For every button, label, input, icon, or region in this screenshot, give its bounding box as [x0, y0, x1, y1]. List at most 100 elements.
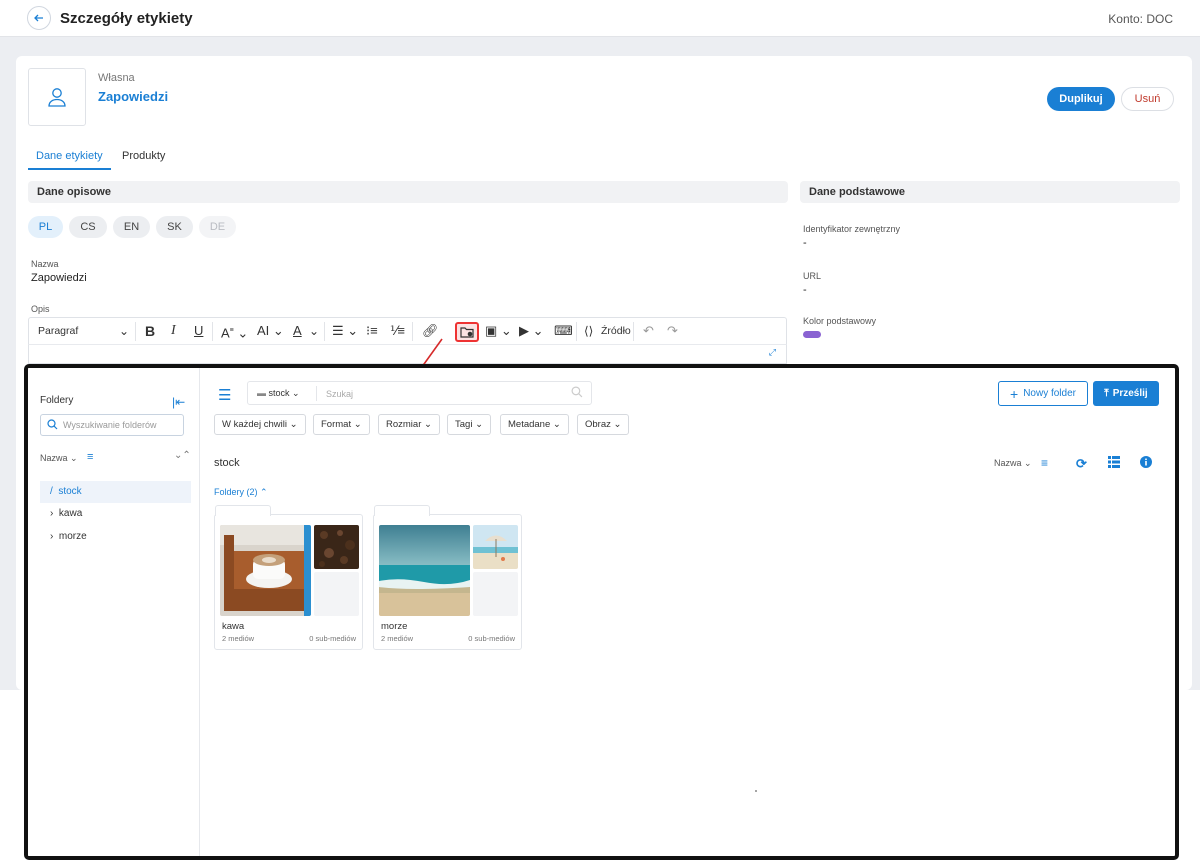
toolbar-divider [412, 322, 413, 341]
name-value: Zapowiedzi [31, 272, 87, 284]
expand-icon[interactable]: ⤢ [769, 347, 776, 358]
align-icon[interactable]: ☰ ⌄ [332, 322, 358, 340]
underline-icon[interactable]: U [194, 322, 203, 340]
breadcrumb: stock [214, 457, 240, 469]
folder-scope-select[interactable]: ▬ stock ⌄ [257, 388, 300, 399]
sort-select[interactable]: Nazwa ⌄ [994, 458, 1032, 469]
upload-button[interactable]: ⤒ Prześlij [1093, 381, 1159, 406]
folder-sub-count: 0 sub-mediów [468, 634, 515, 643]
folder-media-count: 2 mediów [222, 634, 255, 643]
source-code-icon[interactable]: ⟨⟩ [584, 322, 593, 340]
bold-icon[interactable]: B [145, 322, 155, 340]
folder-card-morze[interactable]: morze 2 mediów 0 sub-mediów [373, 505, 522, 650]
plus-icon: + [1010, 385, 1019, 402]
search-divider [316, 386, 317, 401]
folder-media-icon [460, 327, 474, 338]
lang-sk[interactable]: SK [156, 216, 193, 238]
expand-all-icon[interactable]: ⌄⌃ [174, 450, 191, 461]
folder-media-count: 2 mediów [381, 634, 414, 643]
delete-button[interactable]: Usuń [1121, 87, 1174, 111]
avatar [28, 68, 86, 126]
font-size-icon[interactable]: AI ⌄ [257, 322, 284, 340]
thumbnail-beach-umbrella [473, 525, 518, 569]
sidebar-title: Foldery [40, 395, 74, 406]
link-icon[interactable]: 🔗︎ [422, 322, 439, 340]
description-editor[interactable]: ⤢ [28, 344, 787, 364]
menu-icon[interactable]: ☰ [218, 386, 231, 404]
filter-size[interactable]: Rozmiar ⌄ [378, 414, 440, 435]
tree-item-stock[interactable]: / stock [40, 481, 191, 503]
font-format-icon[interactable]: A≡ ⌄ [221, 322, 248, 342]
chevron-down-icon[interactable]: ⌄ [309, 322, 319, 340]
filter-metadata[interactable]: Metadane ⌄ [500, 414, 569, 435]
media-folder-button[interactable] [455, 322, 479, 342]
filter-image[interactable]: Obraz ⌄ [577, 414, 630, 435]
sort-order-icon[interactable]: ≡ [1041, 456, 1048, 470]
redo-icon[interactable]: ↷ [667, 322, 678, 340]
info-icon[interactable] [1140, 456, 1152, 471]
media-search-input[interactable]: Szukaj [326, 389, 353, 399]
folder-tab [215, 505, 271, 516]
folder-sub-count: 0 sub-mediów [309, 634, 356, 643]
filter-tags[interactable]: Tagi ⌄ [447, 414, 492, 435]
label-name: Zapowiedzi [98, 89, 169, 104]
folders-heading[interactable]: Foldery (2) ⌃ [214, 487, 268, 498]
filter-date[interactable]: W każdej chwili ⌄ [214, 414, 306, 435]
folder-icon: ▬ [257, 388, 266, 398]
top-bar: Szczegóły etykiety Konto: DOC [0, 0, 1200, 37]
tab-products[interactable]: Produkty [122, 150, 165, 162]
filter-label: Rozmiar [386, 419, 422, 430]
chevron-down-icon[interactable]: ⌄ [119, 322, 129, 340]
italic-icon[interactable]: I [171, 322, 176, 340]
url-label: URL [803, 271, 822, 281]
page-title: Szczegóły etykiety [60, 10, 193, 27]
back-button[interactable] [27, 6, 51, 30]
lang-en[interactable]: EN [113, 216, 150, 238]
editor-toolbar: Paragraf ⌄ B I U A≡ ⌄ AI ⌄ A ⌄ ☰ ⌄ ⁝≡ ⅟≡… [28, 317, 787, 344]
numbered-list-icon[interactable]: ⅟≡ [390, 322, 405, 340]
collapse-sidebar-icon[interactable]: |⇤ [172, 395, 185, 409]
folder-search-placeholder: Wyszukiwanie folderów [63, 420, 157, 430]
image-insert-icon[interactable]: ▣ ⌄ [485, 322, 512, 340]
html-embed-icon[interactable]: ⌨︎ [554, 322, 573, 340]
undo-icon[interactable]: ↶ [643, 322, 654, 340]
lang-pl[interactable]: PL [28, 216, 63, 238]
filter-format[interactable]: Format ⌄ [313, 414, 370, 435]
tab-label-data[interactable]: Dane etykiety [28, 150, 111, 170]
color-label: Kolor podstawowy [803, 316, 877, 326]
media-search-bar[interactable]: ▬ stock ⌄ Szukaj [247, 381, 592, 405]
paragraph-select[interactable]: Paragraf [38, 322, 78, 340]
color-swatch [803, 331, 821, 338]
account-label: Konto: DOC [1108, 12, 1173, 26]
toolbar-divider [212, 322, 213, 341]
sort-label: Nazwa [994, 458, 1022, 468]
sidebar-sort-select[interactable]: Nazwa ⌄ [40, 453, 78, 464]
filter-label: Tagi [455, 419, 473, 430]
folder-name: kawa [222, 621, 245, 632]
folder-card-kawa[interactable]: kawa 2 mediów 0 sub-mediów [214, 505, 363, 650]
description-label: Opis [31, 304, 50, 314]
folder-search-input[interactable]: Wyszukiwanie folderów [40, 414, 184, 436]
folder-scope-label: stock [268, 388, 290, 398]
lang-cs[interactable]: CS [69, 216, 107, 238]
bullet-list-icon[interactable]: ⁝≡ [366, 322, 378, 340]
chevron-right-icon[interactable]: › [50, 531, 53, 542]
lang-de: DE [199, 216, 236, 238]
tree-item-kawa[interactable]: › kawa [40, 503, 191, 525]
user-icon [48, 88, 66, 107]
new-folder-button[interactable]: + Nowy folder [998, 381, 1088, 406]
upload-icon: ⤒ [1104, 388, 1109, 399]
list-view-icon[interactable] [1108, 456, 1120, 471]
duplicate-button[interactable]: Duplikuj [1047, 87, 1115, 111]
cursor-dot [755, 790, 757, 792]
chevron-right-icon[interactable]: › [50, 508, 53, 519]
slash-icon: / [50, 486, 53, 497]
sort-order-icon[interactable]: ≡ [87, 451, 93, 463]
tree-item-morze[interactable]: › morze [40, 526, 191, 548]
source-button[interactable]: Źródło [601, 322, 631, 340]
refresh-icon[interactable]: ⟳ [1076, 456, 1087, 472]
folder-name: morze [381, 621, 408, 632]
font-color-icon[interactable]: A [293, 322, 302, 340]
video-insert-icon[interactable]: ▶︎ ⌄ [519, 322, 544, 340]
arrow-left-icon [34, 14, 43, 22]
